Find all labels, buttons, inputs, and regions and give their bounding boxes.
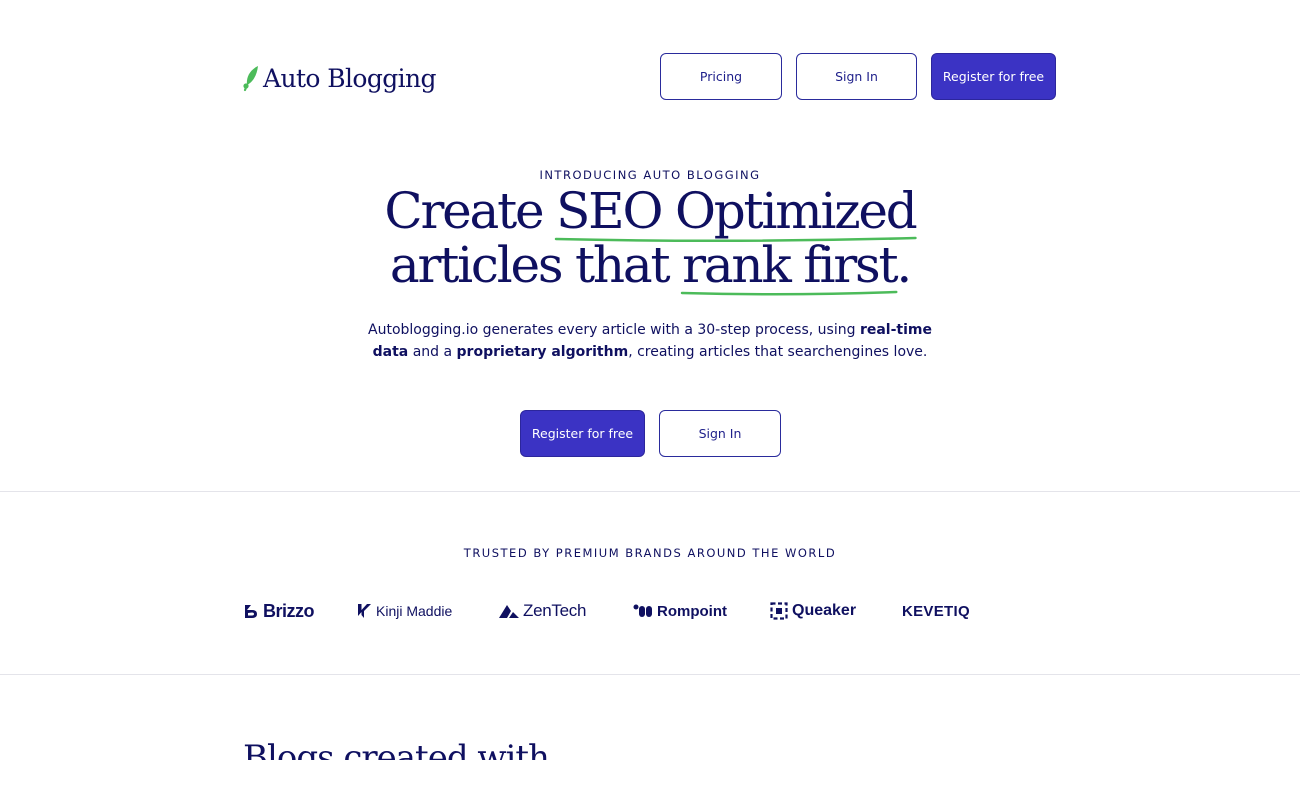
headline-line-1: Create SEO Optimized xyxy=(0,184,1300,238)
pricing-button[interactable]: Pricing xyxy=(660,53,782,100)
top-navigation: Auto Blogging Pricing Sign In Register f… xyxy=(0,0,1300,140)
kinji-logo-icon xyxy=(358,604,371,618)
headline-period: . xyxy=(896,236,912,294)
headline-highlight-text: rank first xyxy=(682,236,898,294)
brand-name: Rompoint xyxy=(657,602,727,620)
section-divider xyxy=(0,491,1300,492)
headline-highlight-seo: SEO Optimized xyxy=(556,184,915,238)
description-bold: proprietary algorithm xyxy=(456,344,629,360)
logo[interactable]: Auto Blogging xyxy=(243,60,437,96)
rompoint-logo-icon xyxy=(633,604,652,617)
brand-name: ZenTech xyxy=(523,601,587,620)
headline-highlight-text: SEO Optimized xyxy=(556,182,918,240)
quill-leaf-icon xyxy=(243,66,258,92)
brand-name: Brizzo xyxy=(263,600,315,621)
description-text: , creating articles that searchengines l… xyxy=(628,344,928,360)
blogs-section-heading: Blogs created with xyxy=(243,738,549,760)
hero-sign-in-button[interactable]: Sign In xyxy=(659,410,781,457)
sign-in-button[interactable]: Sign In xyxy=(796,53,917,100)
queaker-logo-icon xyxy=(770,602,788,620)
brand-queaker: Queaker xyxy=(770,598,856,624)
zentech-logo-icon xyxy=(499,604,519,618)
trusted-heading: TRUSTED BY PREMIUM BRANDS AROUND THE WOR… xyxy=(463,546,837,560)
brizzo-logo-icon xyxy=(245,605,257,618)
headline-line-2: articles that rank first. xyxy=(0,238,1300,292)
headline-highlight-rank: rank first xyxy=(682,238,896,292)
hero-eyebrow: INTRODUCING AUTO BLOGGING xyxy=(539,168,761,182)
green-underline-icon xyxy=(682,288,896,298)
brand-name: KEVETIQ xyxy=(902,602,970,620)
brand-logos: Brizzo Kinji Maddie ZenTech Rompoint Que… xyxy=(243,598,1043,624)
brand-kevetiq: KEVETIQ xyxy=(902,598,970,624)
hero-register-button[interactable]: Register for free xyxy=(520,410,645,457)
logo-text: Auto Blogging xyxy=(263,63,437,93)
brand-kinji-maddie: Kinji Maddie xyxy=(357,598,452,624)
hero-headline: Create SEO Optimized articles that rank … xyxy=(0,184,1300,292)
headline-text: Create xyxy=(384,182,557,240)
register-button[interactable]: Register for free xyxy=(931,53,1056,100)
brand-rompoint: Rompoint xyxy=(633,598,727,624)
headline-text: articles that xyxy=(389,236,683,294)
description-text: Autoblogging.io generates every article … xyxy=(368,322,860,338)
description-text: and a xyxy=(408,344,457,360)
hero-description: Autoblogging.io generates every article … xyxy=(360,319,940,363)
brand-zentech: ZenTech xyxy=(499,598,586,624)
brand-brizzo: Brizzo xyxy=(243,598,315,624)
section-divider xyxy=(0,674,1300,675)
brand-name: Kinji Maddie xyxy=(376,603,453,619)
brand-name: Queaker xyxy=(792,602,857,619)
